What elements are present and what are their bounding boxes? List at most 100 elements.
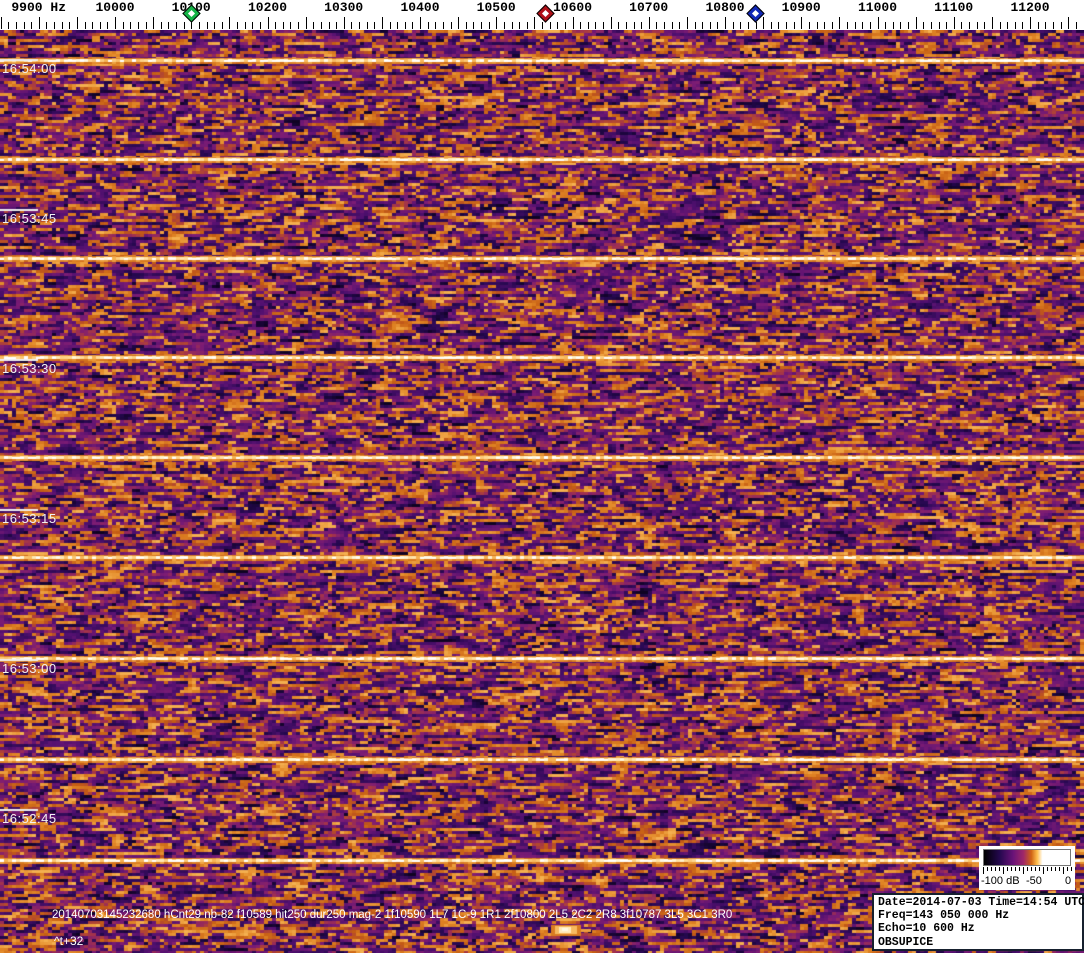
ruler-frequency-label: 11000 <box>857 0 898 15</box>
ruler-tick <box>481 22 482 29</box>
ruler-tick <box>908 22 909 29</box>
ruler-tick <box>343 17 345 29</box>
ruler-tick <box>92 22 94 29</box>
ruler-tick <box>709 22 711 29</box>
freq-marker-blue-diamond-icon[interactable] <box>746 4 765 23</box>
ruler-tick <box>984 22 986 29</box>
ruler-tick <box>183 22 185 29</box>
ruler-tick <box>511 22 513 29</box>
ruler-tick <box>23 22 25 29</box>
ruler-tick <box>305 17 307 29</box>
ruler-tick <box>900 22 902 29</box>
ruler-tick <box>214 22 216 29</box>
ruler-tick <box>61 22 63 29</box>
colorbar-tick <box>1051 867 1052 871</box>
ruler-tick <box>603 22 604 29</box>
ruler-tick <box>1022 22 1024 29</box>
ruler-tick <box>1037 22 1039 29</box>
ruler-tick <box>244 22 246 29</box>
ruler-tick <box>237 22 238 29</box>
timebase-corner-label: ^t+32 <box>54 934 84 948</box>
colorbar-ticks <box>983 867 1072 875</box>
time-axis-label: 16:53:00 <box>2 661 57 676</box>
ruler-frequency-label: 10400 <box>400 0 440 15</box>
ruler-frequency-label: 10300 <box>324 0 364 15</box>
ruler-tick <box>854 22 856 29</box>
colorbar-tick <box>1019 867 1020 871</box>
ruler-tick <box>869 22 871 29</box>
ruler-tick <box>641 22 643 29</box>
ruler-tick <box>54 22 55 29</box>
ruler-tick <box>420 17 421 29</box>
ruler-tick <box>877 17 879 29</box>
ruler-tick <box>526 22 528 29</box>
ruler-tick <box>328 22 330 29</box>
ruler-tick <box>686 17 688 29</box>
freq-marker-green-diamond-icon[interactable] <box>181 4 201 23</box>
colorbar-tick <box>1067 867 1068 871</box>
ruler-tick <box>503 22 505 29</box>
ruler-tick <box>542 22 543 29</box>
colorbar-tick <box>1011 867 1012 871</box>
frequency-ruler[interactable]: 9900 Hz100001010010200103001040010500106… <box>0 0 1084 30</box>
ruler-tick <box>930 22 932 29</box>
waterfall-display[interactable] <box>0 30 1084 953</box>
ruler-tick <box>831 22 833 29</box>
ruler-frequency-label: 11100 <box>934 0 974 15</box>
ruler-tick <box>801 17 803 29</box>
ruler-tick <box>1045 22 1047 29</box>
ruler-tick <box>946 22 948 29</box>
ruler-tick <box>488 22 490 29</box>
ruler-tick <box>404 22 406 29</box>
ruler-tick <box>549 22 551 29</box>
ruler-frequency-label: 10900 <box>781 0 821 15</box>
ruler-tick <box>519 22 521 29</box>
ruler-tick <box>473 22 475 29</box>
ruler-tick <box>793 22 795 29</box>
ruler-tick <box>1007 22 1009 29</box>
ruler-tick <box>625 22 627 29</box>
info-box-line: Date=2014-07-03 Time=14:54 UTC <box>878 896 1084 909</box>
ruler-tick <box>786 22 787 29</box>
ruler-tick <box>839 17 841 29</box>
colorbar-tick <box>1039 867 1040 871</box>
ruler-tick <box>69 22 71 29</box>
ruler-tick <box>618 22 620 29</box>
ruler-tick <box>0 17 2 29</box>
ruler-tick <box>99 22 101 29</box>
ruler-tick <box>892 22 894 29</box>
ruler-tick <box>31 22 33 29</box>
ruler-tick <box>1030 17 1031 29</box>
ruler-tick <box>389 22 391 29</box>
ruler-tick <box>282 22 284 29</box>
colorbar-tick <box>991 867 992 871</box>
ruler-tick <box>778 22 780 29</box>
ruler-tick <box>160 22 162 29</box>
ruler-tick <box>122 22 124 29</box>
ruler-tick <box>130 22 132 29</box>
ruler-tick <box>298 22 299 29</box>
time-axis-label: 16:54:00 <box>2 61 57 76</box>
ruler-tick <box>458 17 460 29</box>
ruler-tick <box>198 22 200 29</box>
ruler-tick <box>862 22 864 29</box>
ruler-tick <box>38 17 40 29</box>
colorbar-tick <box>1059 867 1060 871</box>
ruler-tick <box>450 22 452 29</box>
ruler-tick <box>679 22 681 29</box>
ruler-tick <box>923 22 925 29</box>
ruler-tick <box>580 22 582 29</box>
ruler-tick <box>1075 22 1077 29</box>
freq-marker-red-diamond-icon[interactable] <box>536 4 555 23</box>
ruler-tick <box>732 22 734 29</box>
ruler-tick <box>595 22 597 29</box>
ruler-tick <box>313 22 315 29</box>
ruler-tick <box>366 22 368 29</box>
ruler-tick <box>1068 17 1070 29</box>
ruler-tick <box>168 22 170 29</box>
time-axis-label: 16:53:30 <box>2 361 57 376</box>
ruler-tick <box>76 17 78 29</box>
colorbar-tick <box>1047 867 1048 871</box>
ruler-tick <box>587 22 589 29</box>
ruler-tick <box>953 17 955 29</box>
